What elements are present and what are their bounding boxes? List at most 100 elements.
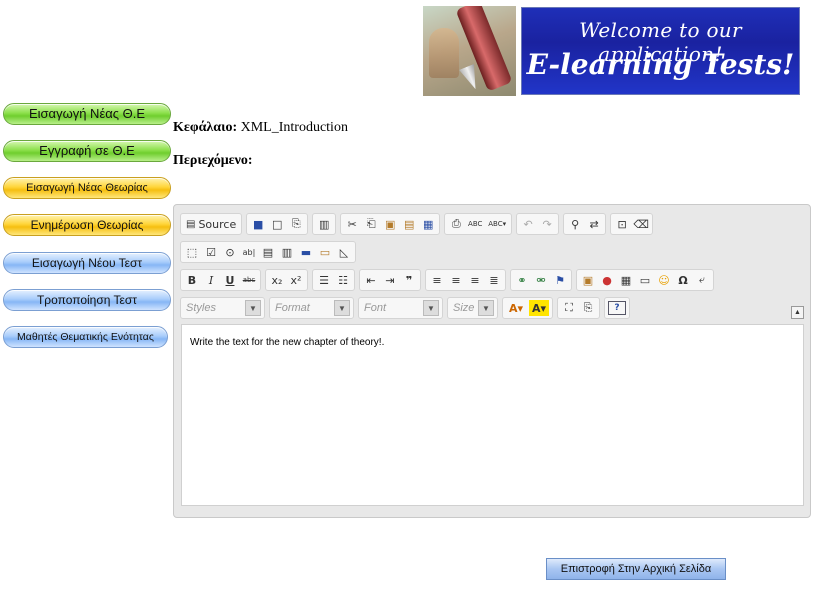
page-break-icon[interactable]: ⤶ bbox=[694, 272, 710, 288]
color-group: A▾ A▾ bbox=[502, 297, 553, 319]
size-combo[interactable]: Size ▼ bbox=[447, 297, 498, 319]
source-button[interactable]: ▤ Source bbox=[184, 216, 238, 232]
blockquote-icon[interactable]: ❞ bbox=[401, 272, 417, 288]
special-char-icon[interactable]: Ω bbox=[675, 272, 691, 288]
checkbox-icon[interactable]: ☑ bbox=[203, 244, 219, 260]
cut-icon[interactable]: ✂ bbox=[344, 216, 360, 232]
link-icon[interactable]: ⚭ bbox=[514, 272, 530, 288]
link-group: ⚭ ⚮ ⚑ bbox=[510, 269, 572, 291]
toolbar-row-1: ▤ Source ■ □ ⎘ ▥ ✂ ⎗ ▣ ▤ ▦ ⎙ ABC ABC▾ ↶ … bbox=[180, 213, 654, 235]
text-color-icon[interactable]: A▾ bbox=[506, 300, 526, 316]
select-field-icon[interactable]: ▥ bbox=[279, 244, 295, 260]
basic-style-group: B I U abc bbox=[180, 269, 261, 291]
toolbar-row-3: B I U abc x₂ x² ☰ ☷ ⇤ ⇥ ❞ ≡ ≡ ≡ ≣ ⚭ ⚮ ⚑ bbox=[180, 269, 714, 291]
sidebar-item-update-theory[interactable]: Ενημέρωση Θεωρίας bbox=[3, 214, 171, 236]
align-right-icon[interactable]: ≡ bbox=[467, 272, 483, 288]
about-group: ? bbox=[604, 297, 630, 319]
button-field-icon[interactable]: ▬ bbox=[298, 244, 314, 260]
script-group: x₂ x² bbox=[265, 269, 308, 291]
sidebar-item-module-students[interactable]: Μαθητές Θεματικής Ενότητας bbox=[3, 326, 168, 348]
align-center-icon[interactable]: ≡ bbox=[448, 272, 464, 288]
font-combo[interactable]: Font ▼ bbox=[358, 297, 443, 319]
help-icon[interactable]: ? bbox=[608, 301, 626, 315]
italic-icon[interactable]: I bbox=[203, 272, 219, 288]
chapter-value: XML_Introduction bbox=[240, 120, 348, 135]
editor-text: Write the text for the new chapter of th… bbox=[190, 337, 385, 348]
collapse-toolbar-icon[interactable]: ▲ bbox=[791, 306, 804, 319]
sidebar-item-new-test[interactable]: Εισαγωγή Νέου Τεστ bbox=[3, 252, 171, 274]
sidebar-item-edit-test[interactable]: Τροποποίηση Τεστ bbox=[3, 289, 171, 311]
welcome-banner: Welcome to our application! E-learning T… bbox=[521, 7, 800, 95]
strike-icon[interactable]: abc bbox=[241, 272, 257, 288]
outdent-icon[interactable]: ⇤ bbox=[363, 272, 379, 288]
table-icon[interactable]: ▦ bbox=[618, 272, 634, 288]
chevron-down-icon: ▼ bbox=[245, 300, 261, 316]
editor-content-area[interactable]: Write the text for the new chapter of th… bbox=[181, 324, 804, 506]
indent-icon[interactable]: ⇥ bbox=[382, 272, 398, 288]
scayt-icon[interactable]: ABC▾ bbox=[486, 216, 508, 232]
styles-label: Styles bbox=[186, 302, 216, 314]
sidebar-item-new-module[interactable]: Εισαγωγή Νέας Θ.Ε bbox=[3, 103, 171, 125]
paste-text-icon[interactable]: ▤ bbox=[401, 216, 417, 232]
templates-group: ▥ bbox=[312, 213, 337, 235]
copy-icon[interactable]: ⎗ bbox=[363, 216, 379, 232]
find-icon[interactable]: ⚲ bbox=[567, 216, 583, 232]
clipboard-group: ✂ ⎗ ▣ ▤ ▦ bbox=[340, 213, 441, 235]
format-combo[interactable]: Format ▼ bbox=[269, 297, 354, 319]
list-group: ☰ ☷ bbox=[312, 269, 355, 291]
toolbar-row-2: ⬚ ☑ ⊙ ab| ▤ ▥ ▬ ▭ ◺ bbox=[180, 241, 356, 263]
indent-group: ⇤ ⇥ ❞ bbox=[359, 269, 421, 291]
sidebar-item-new-theory[interactable]: Εισαγωγή Νέας Θεωρίας bbox=[3, 177, 171, 199]
underline-icon[interactable]: U bbox=[222, 272, 238, 288]
unlink-icon[interactable]: ⚮ bbox=[533, 272, 549, 288]
print-icon[interactable]: ⎙ bbox=[448, 216, 464, 232]
textarea-icon[interactable]: ▤ bbox=[260, 244, 276, 260]
anchor-flag-icon[interactable]: ⚑ bbox=[552, 272, 568, 288]
textfield-icon[interactable]: ab| bbox=[241, 244, 257, 260]
select-all-icon[interactable]: ⊡ bbox=[614, 216, 630, 232]
select-group: ⊡ ⌫ bbox=[610, 213, 654, 235]
bold-icon[interactable]: B bbox=[184, 272, 200, 288]
paste-icon[interactable]: ▣ bbox=[382, 216, 398, 232]
styles-combo[interactable]: Styles ▼ bbox=[180, 297, 265, 319]
remove-format-icon[interactable]: ⌫ bbox=[633, 216, 649, 232]
redo-icon[interactable]: ↷ bbox=[539, 216, 555, 232]
spellcheck-icon[interactable]: ABC bbox=[467, 216, 483, 232]
align-left-icon[interactable]: ≡ bbox=[429, 272, 445, 288]
insert-group: ▣ ● ▦ ▭ ☺ Ω ⤶ bbox=[576, 269, 714, 291]
bullet-list-icon[interactable]: ☷ bbox=[335, 272, 351, 288]
horizontal-rule-icon[interactable]: ▭ bbox=[637, 272, 653, 288]
chevron-down-icon: ▼ bbox=[334, 300, 350, 316]
templates-icon[interactable]: ▥ bbox=[316, 216, 332, 232]
bg-color-icon[interactable]: A▾ bbox=[529, 300, 549, 316]
flash-icon[interactable]: ● bbox=[599, 272, 615, 288]
radio-icon[interactable]: ⊙ bbox=[222, 244, 238, 260]
show-blocks-icon[interactable]: ⎘ bbox=[580, 300, 596, 316]
content-row: Περιεχόμενο: bbox=[173, 153, 253, 169]
superscript-icon[interactable]: x² bbox=[288, 272, 304, 288]
paste-word-icon[interactable]: ▦ bbox=[420, 216, 436, 232]
replace-icon[interactable]: ⇄ bbox=[586, 216, 602, 232]
subscript-icon[interactable]: x₂ bbox=[269, 272, 285, 288]
toolbar-row-4: Styles ▼ Format ▼ Font ▼ Size ▼ A▾ A▾ ⛶ … bbox=[180, 297, 630, 319]
image-icon[interactable]: ▣ bbox=[580, 272, 596, 288]
undo-icon[interactable]: ↶ bbox=[520, 216, 536, 232]
back-home-button[interactable]: Επιστροφή Στην Αρχική Σελίδα bbox=[546, 558, 726, 580]
print-spell-group: ⎙ ABC ABC▾ bbox=[444, 213, 513, 235]
align-justify-icon[interactable]: ≣ bbox=[486, 272, 502, 288]
size-label: Size bbox=[453, 302, 475, 314]
sidebar-item-enroll-module[interactable]: Εγγραφή σε Θ.Ε bbox=[3, 140, 171, 162]
hidden-field-icon[interactable]: ◺ bbox=[336, 244, 352, 260]
image-button-icon[interactable]: ▭ bbox=[317, 244, 333, 260]
document-group: ■ □ ⎘ bbox=[246, 213, 309, 235]
save-icon[interactable]: ■ bbox=[250, 216, 266, 232]
numbered-list-icon[interactable]: ☰ bbox=[316, 272, 332, 288]
classroom-photo bbox=[423, 6, 516, 96]
maximize-icon[interactable]: ⛶ bbox=[561, 300, 577, 316]
format-label: Format bbox=[275, 302, 310, 314]
smiley-icon[interactable]: ☺ bbox=[656, 272, 672, 288]
preview-icon[interactable]: ⎘ bbox=[288, 216, 304, 232]
undo-group: ↶ ↷ bbox=[516, 213, 560, 235]
form-icon[interactable]: ⬚ bbox=[184, 244, 200, 260]
new-page-icon[interactable]: □ bbox=[269, 216, 285, 232]
